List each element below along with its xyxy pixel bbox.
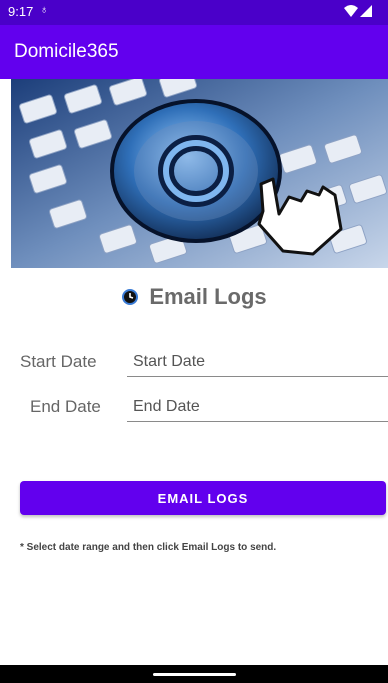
signal-icon (360, 5, 372, 17)
email-logs-button[interactable]: EMAIL LOGS (20, 481, 386, 515)
hint-text: * Select date range and then click Email… (20, 542, 277, 553)
app-bar: Domicile365 (0, 25, 388, 79)
section-title: Email Logs (0, 281, 388, 313)
status-time: 9:17 (8, 4, 34, 19)
status-icons (344, 5, 372, 17)
home-handle[interactable] (153, 673, 236, 676)
navigation-bar (0, 665, 388, 683)
start-date-label: Start Date (20, 352, 97, 371)
sync-icon: ♁ (40, 4, 49, 16)
status-bar: 9:17 ♁ (0, 0, 388, 25)
section-title-text: Email Logs (149, 284, 267, 309)
end-date-field[interactable] (127, 393, 388, 422)
hero-image (11, 79, 388, 268)
end-date-label: End Date (30, 397, 101, 416)
clock-icon (122, 289, 139, 305)
app-title: Domicile365 (14, 41, 119, 62)
keyboard-at-cursor-image (11, 79, 388, 268)
wifi-icon (344, 5, 358, 17)
start-date-field[interactable] (127, 348, 388, 377)
